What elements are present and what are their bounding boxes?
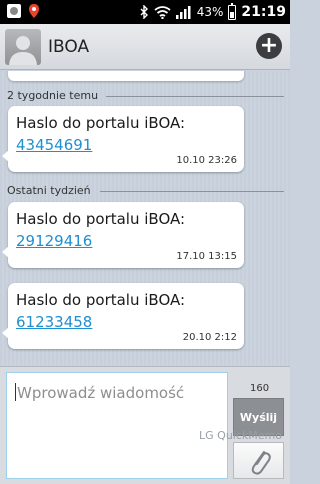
status-left-icons <box>6 3 40 19</box>
contact-avatar[interactable] <box>5 29 41 65</box>
message-input-placeholder: Wprowadź wiadomość <box>17 384 185 402</box>
quickmemo-watermark: LG QuickMemo <box>199 429 282 442</box>
conversation-header: IBOA + <box>0 24 290 70</box>
date-divider-label: Ostatni tydzień <box>7 184 91 197</box>
previous-message-bubble[interactable]: ▪▪▪▪▪▪▪▪▪▪▪▪▪ <box>8 71 244 81</box>
date-divider-label: 2 tygodnie temu <box>7 89 99 102</box>
divider-line <box>100 191 284 192</box>
plus-icon: + <box>259 33 279 58</box>
message-text: Haslo do portalu iBOA: <box>16 291 186 309</box>
message-timestamp: 17.10 13:15 <box>176 251 237 262</box>
text-cursor <box>15 383 16 401</box>
attach-button[interactable] <box>233 442 284 479</box>
message-code-link[interactable]: 29129416 <box>16 231 92 252</box>
clock: 21:19 <box>241 4 286 20</box>
message-text: Haslo do portalu iBOA: <box>16 210 186 228</box>
bluetooth-icon <box>140 5 148 19</box>
date-divider: 2 tygodnie temu <box>0 89 290 103</box>
message-code-link[interactable]: 61233458 <box>16 312 92 333</box>
message-thread[interactable]: ▪▪▪▪▪▪▪▪▪▪▪▪▪ 2 tygodnie temu Haslo do p… <box>0 71 290 366</box>
signal-icon <box>175 6 191 19</box>
wifi-icon <box>154 5 171 19</box>
message-timestamp: 10.10 23:26 <box>176 155 237 166</box>
battery-percent: 43% <box>196 5 224 19</box>
message-bubble[interactable]: Haslo do portalu iBOA: 29129416 17.10 13… <box>2 202 244 268</box>
paperclip-icon <box>251 451 271 475</box>
message-code-link[interactable]: 43454691 <box>16 135 92 156</box>
message-bubble[interactable]: Haslo do portalu iBOA: 43454691 10.10 23… <box>2 106 244 172</box>
person-icon <box>9 36 37 65</box>
message-timestamp: 20.10 2:12 <box>182 332 237 343</box>
location-pin-icon <box>29 4 39 18</box>
add-recipient-button[interactable]: + <box>256 33 282 59</box>
message-text: Haslo do portalu iBOA: <box>16 114 186 132</box>
compose-area: Wprowadź wiadomość 160 Wyślij <box>0 366 290 484</box>
date-divider: Ostatni tydzień <box>0 184 290 198</box>
status-bar: 43% 21:19 <box>0 0 290 24</box>
divider-line <box>106 96 284 97</box>
char-counter: 160 <box>250 383 270 394</box>
status-right: 43% 21:19 <box>140 0 286 24</box>
message-bubble[interactable]: Haslo do portalu iBOA: 61233458 20.10 2:… <box>2 283 244 349</box>
battery-icon <box>228 2 237 20</box>
contact-name: IBOA <box>48 37 90 57</box>
notification-icon <box>7 4 21 18</box>
message-input[interactable]: Wprowadź wiadomość <box>6 372 228 479</box>
